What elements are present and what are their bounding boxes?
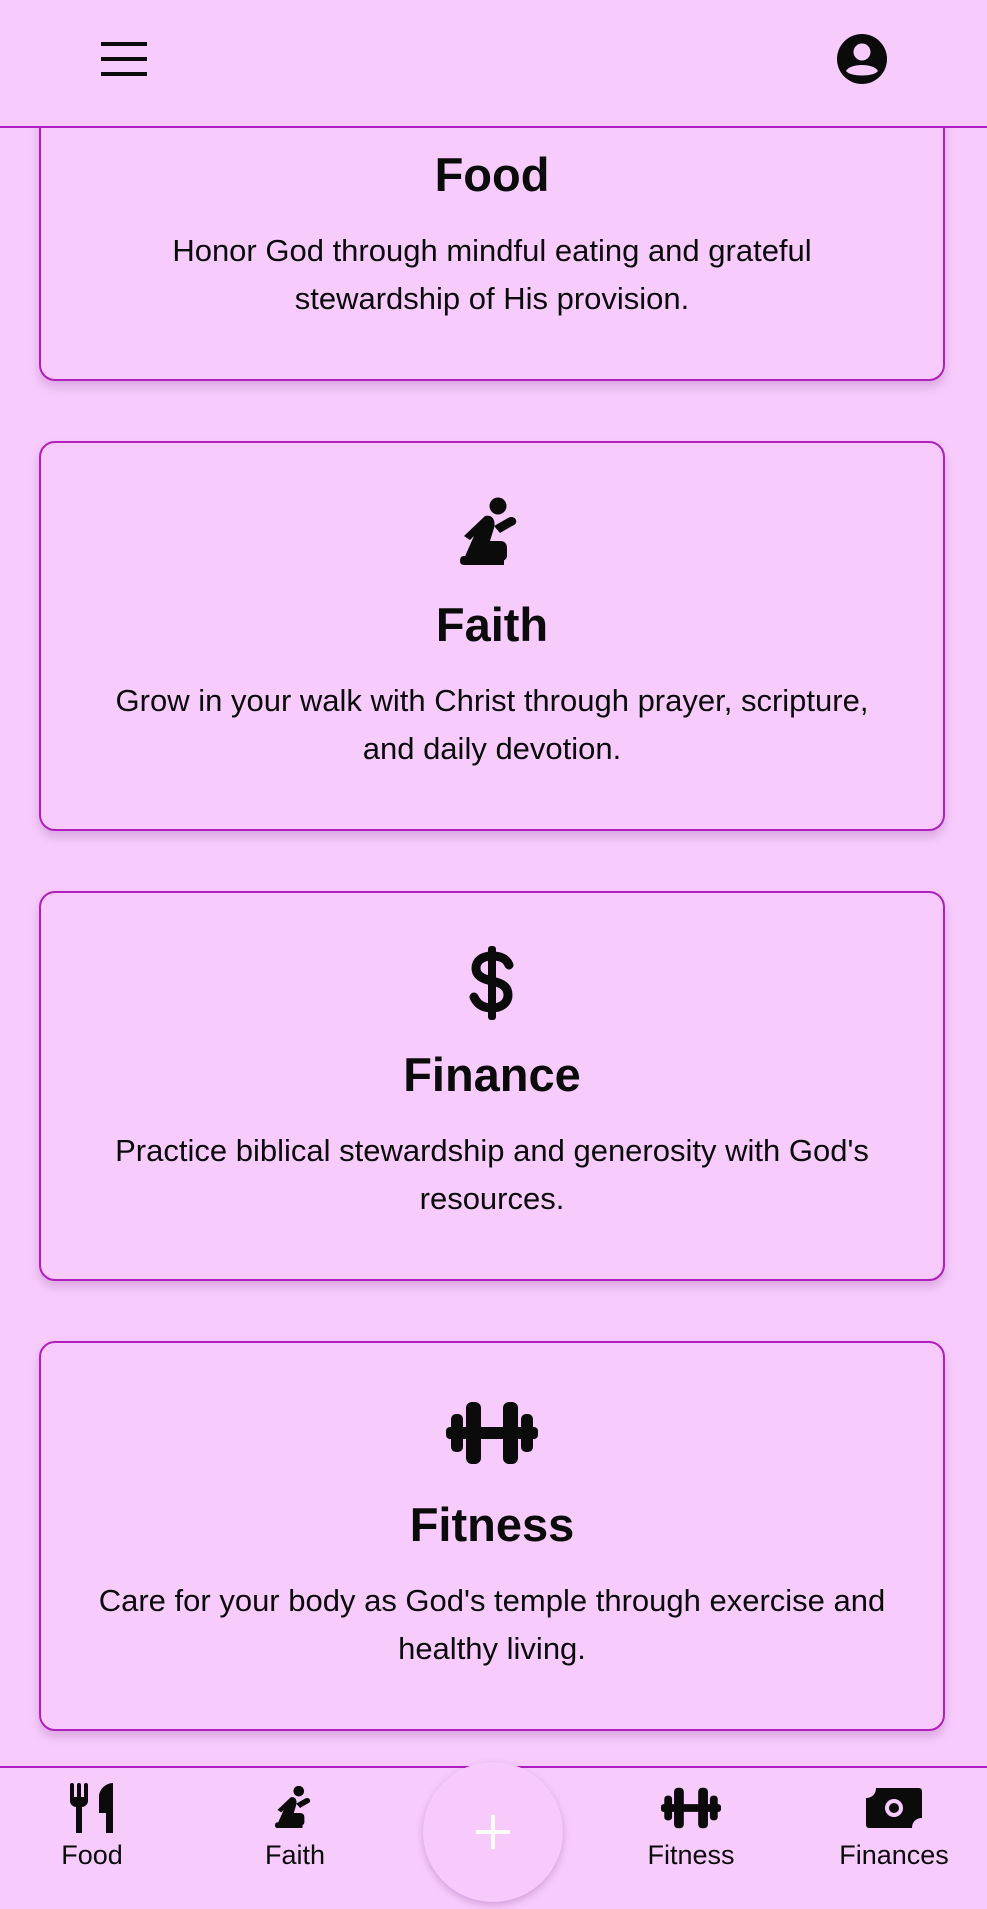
- dumbbell-icon: [41, 1393, 943, 1473]
- nav-label: Faith: [264, 1840, 326, 1870]
- card-description: Practice biblical stewardship and genero…: [115, 1133, 869, 1216]
- app-bar: [0, 0, 987, 128]
- card-description: Care for your body as God's temple throu…: [98, 1583, 886, 1666]
- card-description: Honor God through mindful eating and gra…: [172, 233, 812, 316]
- card-title: Food: [434, 148, 550, 201]
- card-title: Fitness: [409, 1498, 575, 1551]
- nav-item-faith[interactable]: Faith: [245, 1768, 345, 1909]
- fitness-card[interactable]: Fitness Care for your body as God's temp…: [39, 1341, 945, 1731]
- nav-item-finances[interactable]: Finances: [834, 1768, 954, 1909]
- finance-card[interactable]: Finance Practice biblical stewardship an…: [39, 891, 945, 1281]
- category-list[interactable]: Food Honor God through mindful eating an…: [0, 0, 987, 1766]
- dumbbell-icon: [661, 1778, 721, 1838]
- menu-icon: [101, 42, 147, 76]
- praying-person-icon: [41, 493, 943, 573]
- nav-item-fitness[interactable]: Fitness: [641, 1768, 741, 1909]
- nav-label: Finances: [839, 1840, 949, 1870]
- menu-button[interactable]: [86, 30, 162, 88]
- card-description: Grow in your walk with Christ through pr…: [115, 683, 869, 766]
- account-circle-icon: [837, 34, 887, 84]
- add-button[interactable]: [423, 1762, 563, 1902]
- nav-label: Fitness: [647, 1840, 735, 1870]
- card-title: Finance: [403, 1048, 581, 1101]
- praying-person-icon: [275, 1778, 315, 1838]
- money-bill-icon: [866, 1778, 922, 1838]
- plus-icon: [476, 1815, 510, 1849]
- faith-card[interactable]: Faith Grow in your walk with Christ thro…: [39, 441, 945, 831]
- nav-label: Food: [61, 1840, 123, 1870]
- card-title: Faith: [435, 598, 549, 651]
- account-button[interactable]: [822, 24, 902, 94]
- dollar-sign-icon: [41, 943, 943, 1023]
- utensils-icon: [69, 1778, 115, 1838]
- nav-item-food[interactable]: Food: [42, 1768, 142, 1909]
